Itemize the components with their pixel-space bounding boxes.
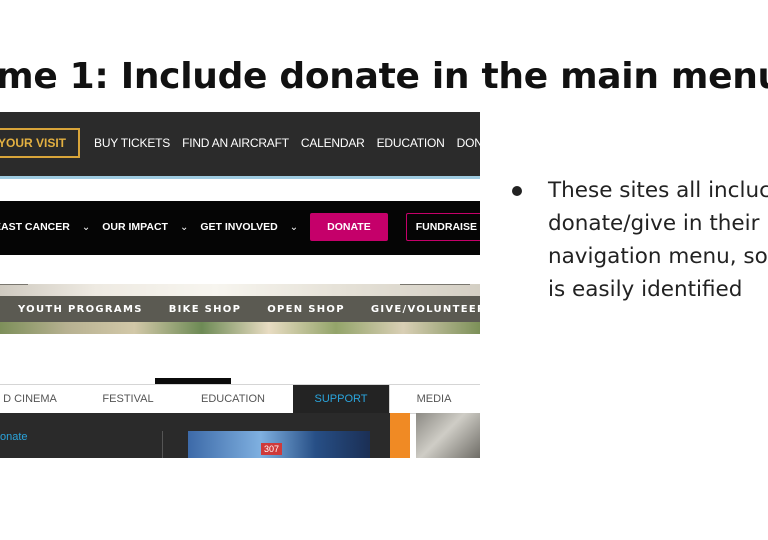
bullet-list: These sites all incluc donate/give in th… [512,174,768,306]
fundraise-button[interactable]: FUNDRAISE [405,213,480,241]
your-visit-button[interactable]: YOUR VISIT [0,128,81,158]
nav-item-our-impact[interactable]: OUR IMPACT [102,221,168,233]
example-nav-aircraft-museum: YOUR VISIT BUY TICKETS FIND AN AIRCRAFT … [0,112,480,179]
chevron-down-icon[interactable]: ⌄ [290,222,298,233]
nav-item-buy-tickets[interactable]: BUY TICKETS [94,136,170,150]
nav-item-find-aircraft[interactable]: FIND AN AIRCRAFT [182,136,289,150]
dropdown-image: 307 [188,431,370,458]
submenu-donate-link[interactable]: onate [0,431,28,443]
bullet-line: donate/give in their [548,211,760,236]
nav-item-open-shop[interactable]: OPEN SHOP [267,304,345,315]
nav-item-cinema[interactable]: D CINEMA [0,385,70,413]
main-nav: YOUTH PROGRAMS BIKE SHOP OPEN SHOP GIVE/… [18,296,480,322]
donate-button[interactable]: DONATE [310,213,388,241]
nav-item-education[interactable]: EDUCATION [377,136,445,150]
orange-accent-block [390,413,410,458]
bullet-line: is easily identified [548,277,743,302]
bullet-line: These sites all incluc [548,178,768,203]
nav-item-donate[interactable]: DONATE [457,136,480,150]
nav-item-cancer[interactable]: EAST CANCER [0,221,70,233]
footer-photo [0,322,480,334]
nav-item-support[interactable]: SUPPORT [293,385,389,413]
bullet-dot-icon [512,186,522,196]
example-nav-bike-shop: YOUTH PROGRAMS BIKE SHOP OPEN SHOP GIVE/… [0,284,480,334]
chevron-down-icon[interactable]: ⌄ [180,222,188,233]
side-image [416,413,480,458]
nav-item-education[interactable]: EDUCATION [188,385,278,413]
chevron-down-icon[interactable]: ⌄ [82,222,90,233]
nav-item-youth-programs[interactable]: YOUTH PROGRAMS [18,304,143,315]
main-nav: D CINEMA FESTIVAL EDUCATION SUPPORT MEDI… [0,384,480,414]
support-dropdown: onate 307 [0,413,390,458]
example-nav-cancer-charity: EAST CANCER ⌄ OUR IMPACT ⌄ GET INVOLVED … [0,201,480,255]
nav-separator [389,385,390,413]
bullet-line: navigation menu, so [548,244,768,269]
nav-item-calendar[interactable]: CALENDAR [301,136,365,150]
example-nav-film-festival: D CINEMA FESTIVAL EDUCATION SUPPORT MEDI… [0,378,480,458]
nav-item-media[interactable]: MEDIA [400,385,468,413]
dropdown-divider [162,431,163,458]
main-nav: YOUR VISIT BUY TICKETS FIND AN AIRCRAFT … [0,128,480,158]
nav-item-get-involved[interactable]: GET INVOLVED [200,221,277,233]
main-nav: EAST CANCER ⌄ OUR IMPACT ⌄ GET INVOLVED … [0,211,480,243]
slide-title: eme 1: Include donate in the main menu [0,56,768,97]
nav-item-festival[interactable]: FESTIVAL [88,385,168,413]
bullet-item: These sites all incluc donate/give in th… [512,174,768,306]
nav-item-give-volunteer[interactable]: GIVE/VOLUNTEER [371,304,480,315]
image-badge: 307 [261,443,283,455]
nav-item-bike-shop[interactable]: BIKE SHOP [169,304,242,315]
